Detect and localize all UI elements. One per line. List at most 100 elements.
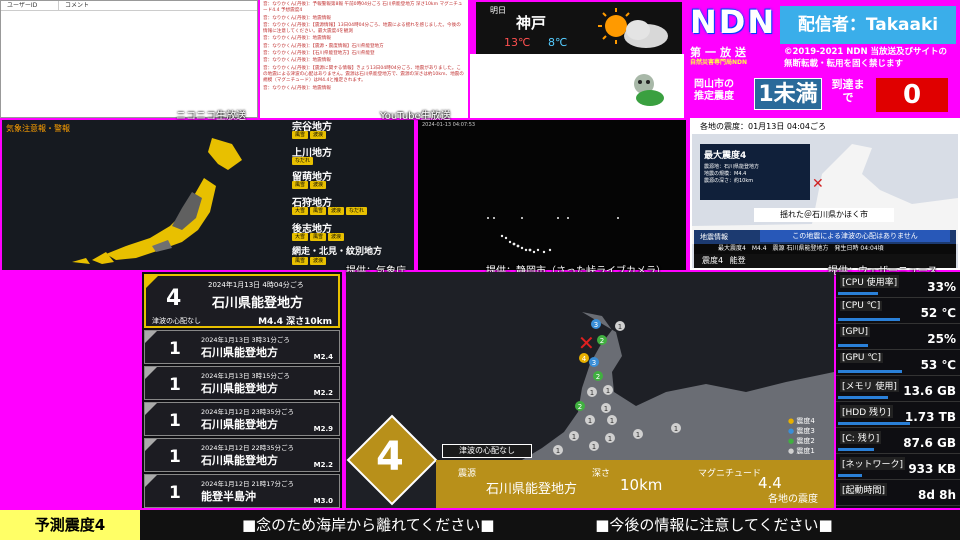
tenki-epicenter: 震源地：石川県能登地方 (704, 164, 760, 170)
stat-label: [CPU ℃] (840, 301, 883, 311)
quake-list-item[interactable]: 2024年1月12日 22時35分ごろ 1 石川県能登地方 M2.2 (144, 438, 340, 472)
tenki-info-mag: M4.4 (751, 245, 767, 252)
eqmap-scale: 4 (376, 434, 404, 480)
region-badges: 風雪 波浪 (292, 131, 327, 139)
region-badges: 大雪 風雪 波浪 なだれ (292, 207, 368, 215)
stat-label: [C: 残り] (840, 431, 882, 444)
stat-value: 8d 8h (917, 488, 956, 502)
stat-row: [GPU] 25% (836, 324, 960, 350)
stat-bar (838, 370, 902, 373)
ticker-message: ■今後の情報に注意してください■ (595, 516, 833, 534)
quake-date: 2024年1月13日 3時31分ごろ (201, 336, 290, 344)
quake-place: 石川県能登地方 (201, 382, 278, 395)
footer-ticker: 予測震度4 ■念のため海岸から離れてください■ ■今後の情報に注意してください■ (0, 508, 960, 540)
quake-list-item[interactable]: 2024年1月13日 3時15分ごろ 1 石川県能登地方 M2.2 (144, 366, 340, 400)
system-stats: [CPU 使用率] 33% [CPU ℃] 52 ℃ [GPU] 25% [GPU ℃… (836, 272, 960, 508)
svg-text:1: 1 (636, 431, 640, 439)
warning-badge: 風雪 (292, 131, 309, 139)
chat-line: 音：なりかくん[丹後]：地震情報 (263, 85, 331, 91)
quake-place: 石川県能登地方 (201, 418, 278, 431)
quake-scale: 1 (169, 483, 181, 503)
warning-badge: なだれ (346, 207, 368, 215)
chat-line: 音：なりかくん[丹後]：地震情報 (263, 36, 331, 42)
svg-text:2: 2 (600, 337, 604, 345)
card-corner (145, 439, 157, 451)
latest-quake-card[interactable]: 2024年1月13日 4時04分ごろ 4 石川県能登地方 津波の心配なし M4.… (144, 274, 340, 328)
intensity-box: 岡山市の推定震度 1未満 到達まで 0 (690, 76, 960, 114)
svg-text:3: 3 (594, 321, 598, 329)
legend-label: 震度1 (796, 447, 815, 455)
quake-history-list: 2024年1月13日 4時04分ごろ 4 石川県能登地方 津波の心配なし M4.… (142, 272, 342, 508)
svg-text:4: 4 (582, 355, 587, 363)
chat-log: 音：なりかくん[丹後]：予報警報第8報 午前0時04分ごろ 石川県能登地方 深さ… (260, 0, 468, 118)
camera-image (487, 217, 619, 254)
legend-item: ● 震度3 (788, 427, 815, 435)
stat-label: [GPU ℃] (840, 353, 883, 363)
quake-scale: 1 (169, 411, 181, 431)
tenki-tsunami: この地震による津波の心配はありません (760, 230, 950, 242)
stat-bar (838, 448, 874, 451)
broadcaster-label: 配信者：Takaaki (780, 6, 956, 44)
arrive-label: 到達まで (831, 78, 865, 104)
weather-high: 13℃ (504, 36, 531, 49)
weather-day: 明日 (490, 6, 506, 15)
svg-text:✕: ✕ (578, 331, 595, 355)
quake-place: 石川県能登地方 (212, 296, 304, 311)
quake-date: 2024年1月13日 4時04分ごろ (208, 281, 304, 289)
svg-text:1: 1 (572, 433, 576, 441)
warning-badge: 風雪 (292, 181, 309, 189)
copyright-text: ©2019-2021 NDN 当放送及びサイトの 無断転載・転用を固く禁じます (784, 46, 960, 70)
quake-list-item[interactable]: 2024年1月12日 21時17分ごろ 1 能登半島沖 M3.0 (144, 474, 340, 508)
camera-timestamp: 2024-01-13 04:07:53 (422, 122, 476, 128)
stat-row: [HDD 残り] 1.73 TB (836, 402, 960, 428)
stat-row: [ネットワーク] 933 KB (836, 454, 960, 480)
mascot-image (634, 74, 664, 106)
mag-label: マグニチュード (698, 469, 762, 479)
chat-line: 音：なりかくん[丹後]：【震源に関する情報】きょう13日04時04分ごろ、地震が… (263, 65, 464, 84)
stat-value: 1.73 TB (904, 410, 956, 424)
quake-mag: M2.2 (313, 461, 333, 469)
svg-text:1: 1 (606, 387, 610, 395)
user-id-column[interactable]: ユーザーID (1, 1, 59, 10)
stat-row: [メモリ 使用] 13.6 GB (836, 376, 960, 402)
legend-item: ● 震度2 (788, 437, 815, 445)
region-name: 網走・北見・紋別地方 (292, 247, 383, 257)
legend-label: 震度3 (796, 427, 815, 435)
region-badges: 風雪 波浪 (292, 257, 327, 265)
quake-mag: M4.4 深さ10km (258, 317, 332, 327)
legend-item: ● 震度4 (788, 417, 815, 425)
earthquake-map: 3 2 1 4 2 3 1 2 1 1 1 1 1 1 1 1 1 1 1 ✕ … (346, 272, 834, 508)
tenki-info-region: 震源 石川県能登地方 (772, 245, 829, 252)
weather-city: 神戸 (516, 14, 547, 32)
warning-map-title: 気象注意報・警報 (6, 124, 70, 133)
stat-label: [メモリ 使用] (840, 379, 899, 392)
tenki-scale: 地震の規模：M4.4 (704, 171, 747, 177)
stat-label: [ネットワーク] (840, 457, 906, 470)
quake-mag: M2.4 (313, 353, 333, 361)
comment-column[interactable]: コメント (59, 1, 89, 10)
quake-scale: 4 (166, 286, 182, 311)
ticker-text: ■念のため海岸から離れてください■ ■今後の情報に注意してください■ (146, 510, 960, 540)
quake-place: 石川県能登地方 (201, 454, 278, 467)
stat-row: [C: 残り] 87.6 GB (836, 428, 960, 454)
warning-badge: 大雪 (292, 233, 309, 241)
stat-value: 13.6 GB (903, 384, 956, 398)
stat-bar (838, 474, 862, 477)
quake-place: 石川県能登地方 (201, 346, 278, 359)
quake-mag: M2.9 (313, 425, 333, 433)
tenki-info-card: 最大震度4 震源地：石川県能登地方 地震の規模：M4.4 震源の深さ：約10km (700, 144, 810, 200)
eqmap-tsunami: 津波の心配なし (442, 444, 532, 458)
japan-warning-map: 気象注意報・警報 宗谷地方 風雪 波浪 上川地方 なだれ 留萌地方 風雪 波浪 … (2, 120, 414, 270)
svg-text:1: 1 (588, 417, 592, 425)
stat-bar (838, 318, 900, 321)
quake-list-item[interactable]: 2024年1月13日 3時31分ごろ 1 石川県能登地方 M2.4 (144, 330, 340, 364)
quake-mag: M2.2 (313, 389, 333, 397)
quake-list-item[interactable]: 2024年1月12日 23時35分ごろ 1 石川県能登地方 M2.9 (144, 402, 340, 436)
stat-bar (838, 344, 868, 347)
tenki-info-time: 発生日時 04:04頃 (834, 245, 884, 252)
stat-label: [HDD 残り] (840, 405, 893, 418)
dept-sub-label: 自然災害専門局NDN (690, 59, 748, 66)
predicted-intensity: 予測震度4 (0, 510, 140, 540)
arrive-value: 0 (876, 78, 948, 112)
svg-text:1: 1 (592, 443, 596, 451)
